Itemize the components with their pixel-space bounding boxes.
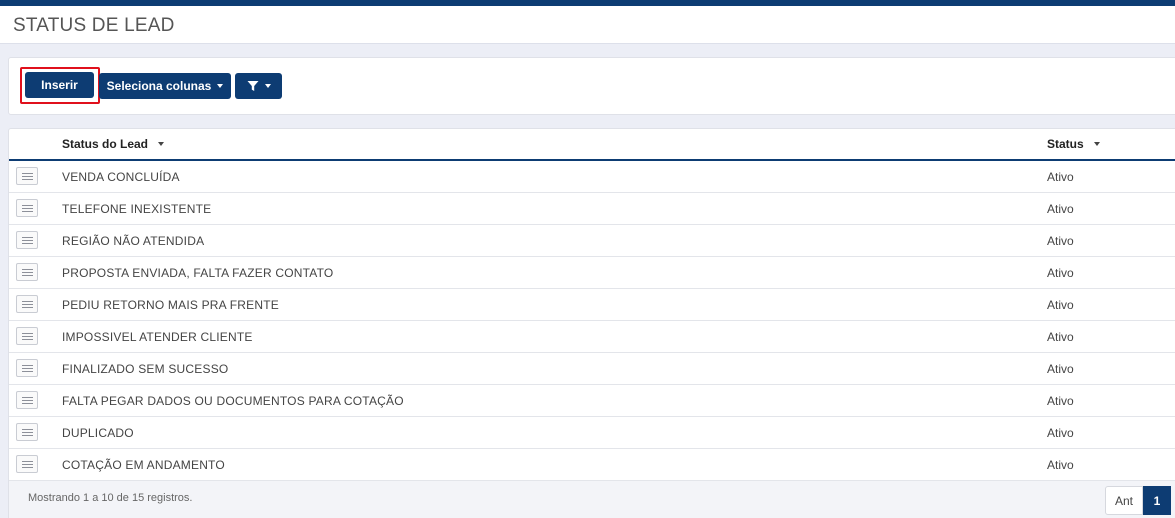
row-menu-icon[interactable] (16, 263, 38, 281)
table-row[interactable]: DUPLICADO Ativo (9, 417, 1175, 449)
table-row[interactable]: COTAÇÃO EM ANDAMENTO Ativo (9, 449, 1175, 481)
column-header-status-do-lead[interactable]: Status do Lead (62, 137, 165, 151)
insert-button-label: Inserir (41, 78, 78, 92)
toolbar-panel: Inserir Seleciona colunas (8, 57, 1175, 115)
lead-status-name: VENDA CONCLUÍDA (62, 170, 180, 184)
select-columns-button[interactable]: Seleciona colunas (99, 73, 231, 99)
status-value: Ativo (1047, 298, 1074, 312)
status-value: Ativo (1047, 234, 1074, 248)
row-menu-icon[interactable] (16, 199, 38, 217)
table-row[interactable]: REGIÃO NÃO ATENDIDA Ativo (9, 225, 1175, 257)
lead-status-name: IMPOSSIVEL ATENDER CLIENTE (62, 330, 253, 344)
table-row[interactable]: TELEFONE INEXISTENTE Ativo (9, 193, 1175, 225)
row-menu-icon[interactable] (16, 295, 38, 313)
filter-icon (247, 81, 258, 91)
previous-page-button[interactable]: Ant (1105, 486, 1143, 515)
row-menu-icon[interactable] (16, 455, 38, 473)
lead-status-name: FALTA PEGAR DADOS OU DOCUMENTOS PARA COT… (62, 394, 404, 408)
status-value: Ativo (1047, 330, 1074, 344)
table-row[interactable]: PROPOSTA ENVIADA, FALTA FAZER CONTATO Ati… (9, 257, 1175, 289)
lead-status-name: DUPLICADO (62, 426, 134, 440)
column-header-status[interactable]: Status (1047, 137, 1100, 151)
page-title: STATUS DE LEAD (13, 15, 175, 36)
status-value: Ativo (1047, 266, 1074, 280)
column-header-label: Status do Lead (62, 137, 149, 151)
status-value: Ativo (1047, 426, 1074, 440)
lead-status-name: FINALIZADO SEM SUCESSO (62, 362, 229, 376)
table-row[interactable]: IMPOSSIVEL ATENDER CLIENTE Ativo (9, 321, 1175, 353)
caret-down-icon (217, 84, 224, 88)
leads-table: Status do Lead Status VENDA CONCLUÍDA Ati… (8, 128, 1175, 518)
row-menu-icon[interactable] (16, 167, 38, 185)
status-value: Ativo (1047, 394, 1074, 408)
lead-status-name: PROPOSTA ENVIADA, FALTA FAZER CONTATO (62, 266, 334, 280)
status-value: Ativo (1047, 202, 1074, 216)
table-row[interactable]: PEDIU RETORNO MAIS PRA FRENTE Ativo (9, 289, 1175, 321)
lead-status-name: COTAÇÃO EM ANDAMENTO (62, 458, 225, 472)
row-menu-icon[interactable] (16, 231, 38, 249)
row-menu-icon[interactable] (16, 327, 38, 345)
records-info: Mostrando 1 a 10 de 15 registros. (28, 492, 193, 504)
status-value: Ativo (1047, 170, 1074, 184)
table-row[interactable]: FINALIZADO SEM SUCESSO Ativo (9, 353, 1175, 385)
row-menu-icon[interactable] (16, 423, 38, 441)
sort-caret-icon (158, 142, 165, 146)
row-menu-icon[interactable] (16, 391, 38, 409)
sort-caret-icon (1093, 142, 1100, 146)
table-row[interactable]: FALTA PEGAR DADOS OU DOCUMENTOS PARA COT… (9, 385, 1175, 417)
insert-button[interactable]: Inserir (25, 72, 94, 98)
table-row[interactable]: VENDA CONCLUÍDA Ativo (9, 161, 1175, 193)
status-value: Ativo (1047, 362, 1074, 376)
page-header: STATUS DE LEAD (0, 6, 1175, 44)
page-1-button[interactable]: 1 (1143, 486, 1171, 515)
lead-status-name: TELEFONE INEXISTENTE (62, 202, 212, 216)
table-footer: Mostrando 1 a 10 de 15 registros. Ant 1 (9, 480, 1175, 518)
column-header-label: Status (1047, 137, 1084, 151)
status-value: Ativo (1047, 458, 1074, 472)
lead-status-name: REGIÃO NÃO ATENDIDA (62, 234, 205, 248)
filter-button[interactable] (235, 73, 282, 99)
table-header: Status do Lead Status (9, 129, 1175, 161)
select-columns-label: Seleciona colunas (106, 79, 212, 93)
lead-status-name: PEDIU RETORNO MAIS PRA FRENTE (62, 298, 279, 312)
caret-down-icon (264, 84, 271, 88)
row-menu-icon[interactable] (16, 359, 38, 377)
